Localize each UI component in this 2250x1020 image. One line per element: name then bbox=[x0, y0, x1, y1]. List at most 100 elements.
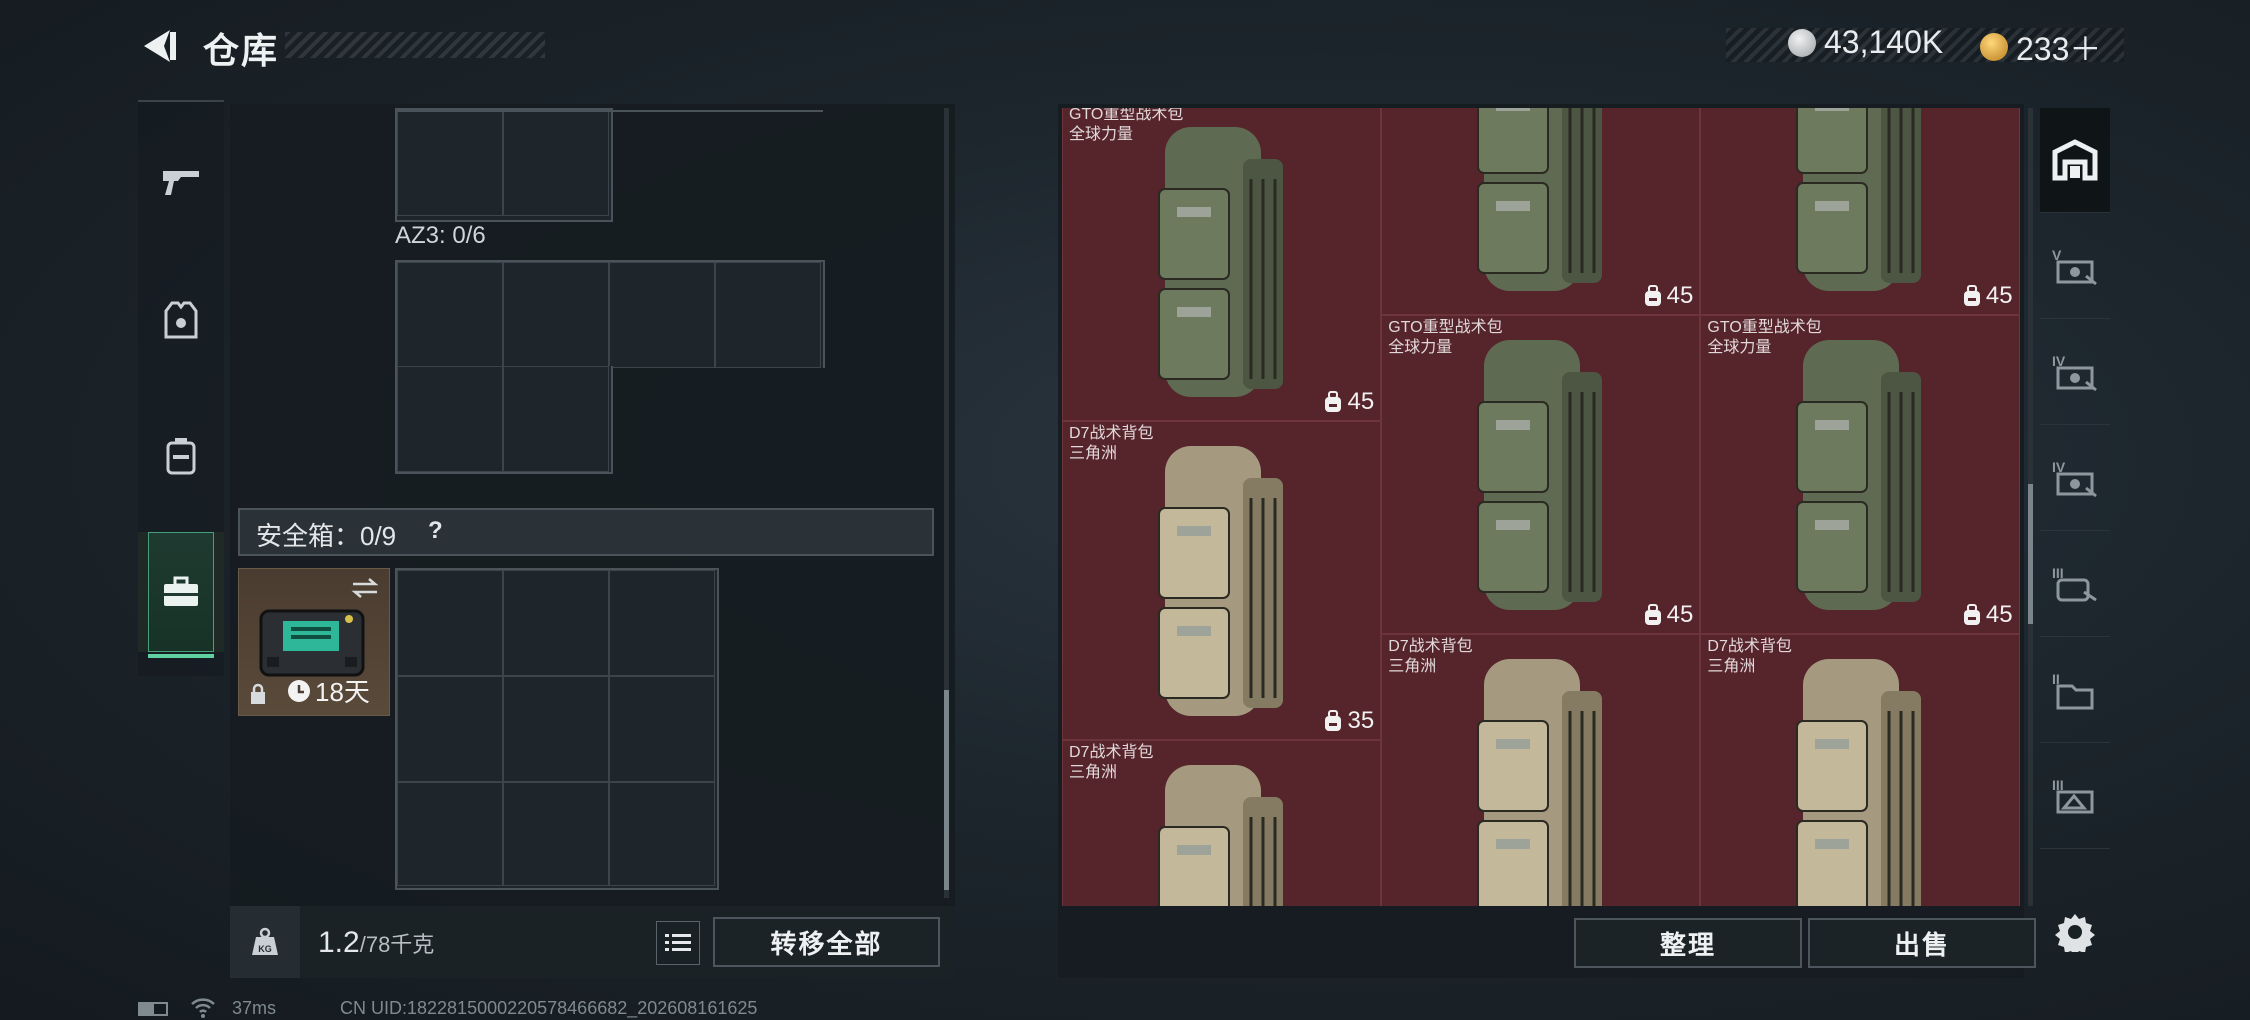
filter-tier-4b[interactable]: IV bbox=[2040, 426, 2110, 531]
capacity-icon bbox=[1963, 284, 1980, 306]
capacity-icon bbox=[1644, 284, 1661, 306]
az3-grid-top-row[interactable] bbox=[395, 260, 825, 368]
weight-readout: 1.2/78千克 bbox=[318, 926, 435, 959]
gear-icon bbox=[2055, 914, 2095, 952]
settings-button[interactable] bbox=[2040, 880, 2110, 984]
lock-icon bbox=[251, 683, 265, 704]
stash-item-backpack[interactable]: D7战术背包 三角洲 bbox=[1062, 740, 1382, 906]
stash-item-backpack[interactable]: 45 bbox=[1381, 108, 1701, 315]
item-name: D7战术背包 三角洲 bbox=[1388, 638, 1473, 675]
stash-filter-sidebar: V IV IV III II III bbox=[2040, 104, 2110, 984]
tab-weapon[interactable] bbox=[138, 122, 224, 242]
item-capacity: 45 bbox=[1962, 601, 2013, 629]
uid-readout: CN UID:1822815000220578466682_2026081616… bbox=[340, 998, 758, 1018]
tab-safebox[interactable] bbox=[138, 532, 224, 658]
safebox-device-icon bbox=[259, 609, 365, 677]
vest-icon bbox=[164, 301, 198, 339]
safebox-label: 安全箱：0/9 bbox=[256, 521, 397, 551]
item-name: GTO重型战术包 全球力量 bbox=[1707, 318, 1822, 356]
filter-tier-4a[interactable]: IV bbox=[2040, 320, 2110, 425]
list-view-button[interactable] bbox=[656, 921, 700, 965]
currency-secondary[interactable]: 233＋ bbox=[1980, 24, 2101, 70]
sell-button[interactable]: 出售 bbox=[1808, 918, 2036, 968]
backpack-icon bbox=[166, 438, 196, 475]
backpack-image-icon bbox=[1796, 659, 1922, 906]
az3-grid-bottom-row[interactable] bbox=[395, 366, 613, 474]
left-scrollbar-thumb[interactable] bbox=[944, 690, 949, 890]
capacity-icon bbox=[1325, 710, 1342, 732]
tier-i-icon: III bbox=[2052, 777, 2094, 814]
briefcase-icon bbox=[164, 576, 198, 606]
tier-iv-icon: IV bbox=[2052, 353, 2097, 392]
tab-backpack[interactable] bbox=[138, 396, 224, 516]
swap-icon[interactable] bbox=[351, 577, 379, 599]
stash-grid[interactable]: GTO重型战术包 全球力量 45 45 45 GTO重型战术包 全球力量 45 GTO重型战术包… bbox=[1062, 108, 2020, 906]
filter-tier-2[interactable]: II bbox=[2040, 638, 2110, 743]
container-grid-top[interactable] bbox=[395, 108, 613, 222]
tier-iii-icon: III bbox=[2052, 565, 2097, 602]
filter-all[interactable] bbox=[2040, 108, 2110, 213]
backpack-image-icon bbox=[1796, 108, 1922, 291]
ping-readout: 37ms bbox=[232, 998, 277, 1018]
stash-item-backpack[interactable]: GTO重型战术包 全球力量 45 bbox=[1381, 314, 1701, 634]
stash-item-backpack[interactable]: D7战术背包 三角洲 35 bbox=[1062, 421, 1382, 741]
item-capacity: 45 bbox=[1643, 601, 1693, 629]
back-arrow-icon[interactable] bbox=[138, 26, 178, 66]
tab-armor[interactable] bbox=[138, 260, 224, 380]
safebox-timer: 18天 bbox=[287, 672, 370, 709]
battery-icon bbox=[138, 1002, 168, 1016]
left-tab-bar bbox=[138, 100, 224, 676]
item-capacity: 45 bbox=[1643, 282, 1693, 310]
gold-coin-icon bbox=[1980, 33, 2008, 61]
tier-iv-icon: IV bbox=[2052, 459, 2097, 498]
weight-icon: KG bbox=[252, 927, 278, 955]
stash-item-backpack[interactable]: D7战术背包 三角洲 bbox=[1381, 634, 1701, 906]
sort-button[interactable]: 整理 bbox=[1574, 918, 1802, 968]
transfer-all-button[interactable]: 转移全部 bbox=[713, 917, 940, 967]
wifi-icon bbox=[191, 998, 215, 1018]
item-name: D7战术背包 三角洲 bbox=[1707, 638, 1792, 675]
backpack-image-icon bbox=[1158, 765, 1283, 906]
item-name: D7战术背包 三角洲 bbox=[1069, 425, 1154, 463]
capacity-icon bbox=[1644, 603, 1661, 625]
item-name: GTO重型战术包 全球力量 bbox=[1388, 318, 1503, 356]
item-capacity: 45 bbox=[1962, 282, 2013, 310]
capacity-icon bbox=[1963, 603, 1980, 625]
warehouse-icon bbox=[2052, 139, 2098, 181]
backpack-image-icon bbox=[1477, 659, 1603, 906]
stash-item-backpack[interactable]: 45 bbox=[1700, 108, 2020, 315]
tier-v-icon: V bbox=[2052, 247, 2097, 286]
title-stripe bbox=[285, 32, 545, 58]
grid-edge bbox=[395, 110, 823, 112]
capacity-icon bbox=[1325, 391, 1342, 413]
az3-label: AZ3: 0/6 bbox=[395, 222, 486, 249]
weight-lock-button[interactable]: KG bbox=[230, 906, 300, 978]
backpack-image-icon bbox=[1796, 339, 1922, 610]
item-capacity: 35 bbox=[1323, 707, 1374, 735]
safebox-grid[interactable] bbox=[395, 568, 719, 890]
silver-coin-icon bbox=[1788, 28, 1816, 57]
backpack-image-icon bbox=[1477, 339, 1603, 610]
backpack-image-icon bbox=[1158, 446, 1283, 717]
clock-icon bbox=[288, 679, 310, 702]
filter-tier-5[interactable]: V bbox=[2040, 214, 2110, 319]
page-title: 仓库 bbox=[203, 30, 280, 71]
list-icon bbox=[665, 934, 691, 951]
stash-item-backpack[interactable]: GTO重型战术包 全球力量 45 bbox=[1700, 314, 2020, 634]
pistol-icon bbox=[163, 171, 199, 195]
currency-primary: 43,140K bbox=[1788, 24, 1943, 61]
tier-ii-icon: II bbox=[2052, 671, 2094, 710]
item-name: GTO重型战术包 全球力量 bbox=[1069, 108, 1184, 143]
filter-tier-1[interactable]: III bbox=[2040, 744, 2110, 849]
backpack-image-icon bbox=[1158, 127, 1283, 397]
item-name: D7战术背包 三角洲 bbox=[1069, 744, 1154, 782]
stash-item-backpack[interactable]: D7战术背包 三角洲 bbox=[1700, 634, 2020, 906]
svg-text:KG: KG bbox=[258, 944, 272, 954]
stash-item-backpack[interactable]: GTO重型战术包 全球力量 45 bbox=[1062, 108, 1382, 422]
stash-scrollbar-thumb[interactable] bbox=[2028, 484, 2033, 624]
filter-tier-3[interactable]: III bbox=[2040, 532, 2110, 637]
item-capacity: 45 bbox=[1323, 388, 1374, 416]
backpack-image-icon bbox=[1477, 108, 1603, 291]
safebox-help-button[interactable]: ? bbox=[428, 517, 443, 545]
safebox-item[interactable]: 18天 bbox=[238, 568, 390, 716]
